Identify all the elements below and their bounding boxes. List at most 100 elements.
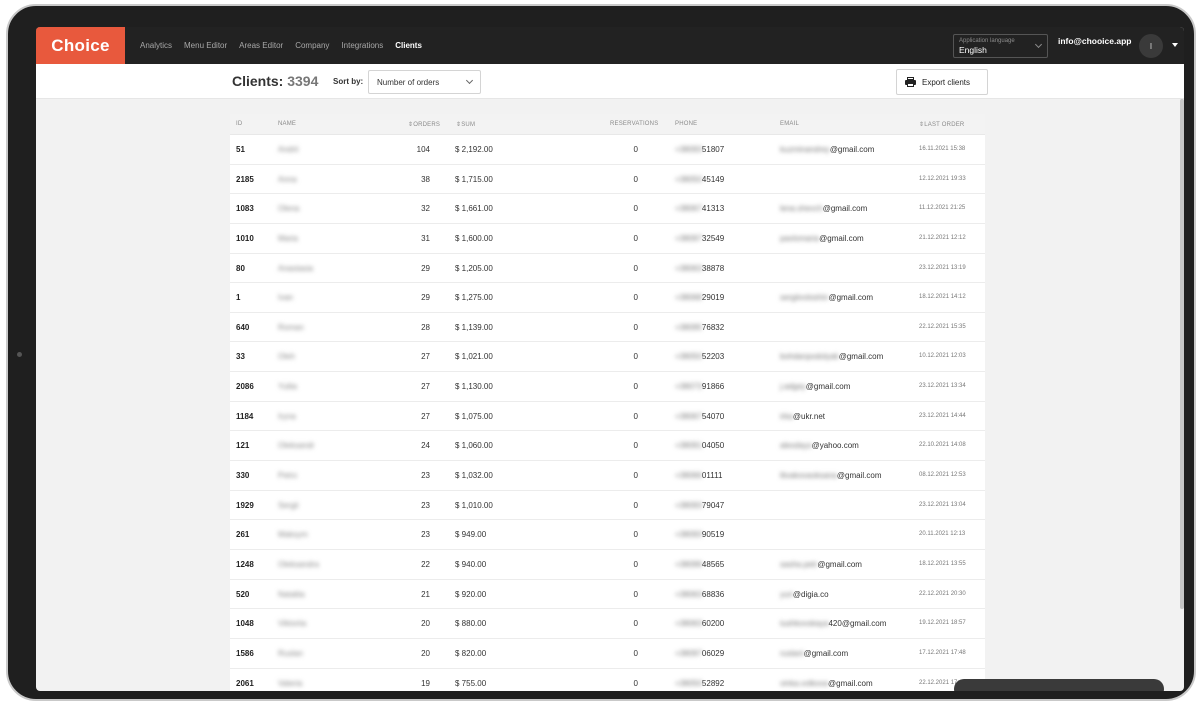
email-redacted: tushkovskaya [780,619,829,629]
cell-name: Sergii [278,500,299,510]
column-header-orders[interactable]: ⇕ORDERS [408,121,440,128]
table-row[interactable]: 33 Oleh 27 $ 1,021.00 0 +3805052203 bohdanpodo… [230,342,985,373]
cell-reservations: 0 [633,145,638,154]
table-header: ID NAME ⇕ORDERS ⇕SUM RESERVATIONS PHONE … [230,114,985,135]
cell-id: 261 [236,530,250,540]
cell-name: Oleksandr [278,441,315,451]
phone-visible: 68836 [701,589,725,599]
column-header-sum[interactable]: ⇕SUM [456,121,475,128]
table-row[interactable]: 1010 Maria 31 $ 1,600.00 0 +3809732549 pavloma… [230,224,985,254]
cell-phone: +3806741313 [675,204,724,213]
table-row[interactable]: 80 Anastasia 29 $ 1,205.00 0 +3806338878 23.12… [230,254,985,284]
phone-visible: 01111 [701,471,723,481]
column-header-reservations[interactable]: RESERVATIONS [610,121,658,127]
phone-visible: 06029 [701,648,725,658]
phone-visible: 51807 [701,145,725,154]
table-row[interactable]: 2086 Yuliia 27 $ 1,130.00 0 +3807391866 j.adge… [230,372,985,402]
cell-sum: $ 1,075.00 [455,411,493,421]
cell-phone: +3806754070 [675,412,724,421]
phone-redacted: +38093 [675,145,702,154]
cell-reservations: 0 [633,471,638,481]
table-row[interactable]: 261 Maksym 23 $ 949.00 0 +3809390519 20.11.202… [230,520,985,550]
table-row[interactable]: 2185 Anna 38 $ 1,715.00 0 +3805045149 12.12.20… [230,165,985,195]
table-row[interactable]: 640 Roman 28 $ 1,139.00 0 +3809576832 22.12.20… [230,313,985,343]
phone-redacted: +38093 [675,500,702,510]
cell-phone: +3809948565 [675,560,724,569]
cell-orders: 20 [421,619,430,629]
cell-name: Maksym [278,530,308,540]
email-visible: @gmail.com [828,293,874,303]
table-row[interactable]: 1083 Olena 32 $ 1,661.00 0 +3806741313 lena.sh… [230,194,985,224]
cell-reservations: 0 [633,352,638,362]
email-visible: 420@gmail.com [828,619,887,629]
sort-select-value: Number of orders [377,78,440,87]
cell-orders: 19 [421,678,430,688]
table-row[interactable]: 121 Oleksandr 24 $ 1,060.00 0 +3809104050 alex… [230,431,985,462]
cell-phone: +3809379047 [675,501,724,510]
cell-phone: +3806829019 [675,293,724,302]
cell-name: Valeria [278,678,303,688]
email-redacted: bohdanpodolyak [780,352,839,362]
table-row[interactable]: 1184 Iryna 27 $ 1,075.00 0 +3806754070 irka@uk… [230,402,985,432]
table-row[interactable]: 520 Nataliia 21 $ 920.00 0 +3806368836 yuri@di… [230,580,985,610]
cell-last-order: 12.12.2021 19:33 [919,175,966,182]
cell-email: kuzminandrey@gmail.com [780,145,874,154]
nav-item-areas-editor[interactable]: Areas Editor [239,41,283,50]
cell-last-order: 22.12.2021 20:30 [919,590,966,597]
cell-last-order: 18.12.2021 14:12 [919,294,966,301]
cell-id: 1010 [236,233,254,243]
brand-logo[interactable]: Choice [36,27,125,64]
phone-visible: 79047 [701,500,725,510]
table-row[interactable]: 1048 Viktoriia 20 $ 880.00 0 +3806360200 tushk… [230,609,985,639]
avatar[interactable]: I [1139,34,1163,58]
column-header-phone[interactable]: PHONE [675,121,697,127]
table-row[interactable]: 1 Ivan 29 $ 1,275.00 0 +3806829019 sergiivolos… [230,283,985,313]
page-scrollbar[interactable] [1180,99,1184,609]
phone-redacted: +38063 [675,263,702,273]
language-select[interactable]: Application language English [953,34,1048,58]
language-value: English [959,45,987,55]
phone-visible: 54070 [701,411,725,421]
caret-down-icon[interactable] [1172,43,1178,47]
phone-redacted: +38063 [675,589,702,599]
phone-visible: 90519 [701,530,725,540]
cell-id: 2061 [236,678,254,688]
table-row[interactable]: 2061 Valeria 19 $ 755.00 0 +3805052892 vinka.v… [230,669,985,691]
cell-sum: $ 949.00 [455,530,487,540]
page-title-label: Clients: [232,73,284,89]
cell-orders: 32 [421,204,430,214]
cell-id: 80 [236,263,245,273]
nav-item-analytics[interactable]: Analytics [140,41,172,50]
cell-reservations: 0 [633,411,638,421]
phone-redacted: +38097 [675,648,702,658]
nav-item-menu-editor[interactable]: Menu Editor [184,41,227,50]
cell-last-order: 18.12.2021 13:55 [919,560,966,567]
notification-toast[interactable] [954,679,1164,691]
table-row[interactable]: 1929 Sergii 23 $ 1,010.00 0 +3809379047 23.12.… [230,491,985,521]
table-row[interactable]: 330 Petro 23 $ 1,032.00 0 +3806601111 litvakov… [230,461,985,491]
cell-phone: +3806368836 [675,590,724,599]
nav-item-clients[interactable]: Clients [395,41,422,50]
column-header-name[interactable]: NAME [278,121,296,127]
column-header-id[interactable]: ID [236,121,242,127]
table-row[interactable]: 51 Andrii 104 $ 2,192.00 0 +3809351807 kuzmina… [230,135,985,165]
cell-last-order: 22.10.2021 14:08 [919,442,966,449]
column-header-last-order[interactable]: ⇕LAST ORDER [919,121,964,128]
cell-reservations: 0 [633,589,638,599]
phone-redacted: +38073 [675,382,702,392]
sort-select[interactable]: Number of orders [368,70,481,94]
table-row[interactable]: 1248 Oleksandra 22 $ 940.00 0 +3809948565 sash… [230,550,985,580]
cell-orders: 23 [421,500,430,510]
table-row[interactable]: 1586 Ruslan 20 $ 820.00 0 +3809706029 ruslani@… [230,639,985,669]
nav-item-integrations[interactable]: Integrations [341,41,383,50]
cell-id: 2086 [236,382,254,392]
export-clients-button[interactable]: Export clients [896,69,988,95]
cell-phone: +3806601111 [675,471,722,480]
user-email[interactable]: info@chooice.app [1058,36,1131,46]
cell-reservations: 0 [633,530,638,540]
column-header-email[interactable]: EMAIL [780,121,799,127]
email-redacted: kuzminandrey [780,145,830,154]
cell-phone: +3809104050 [675,441,724,450]
nav-item-company[interactable]: Company [295,41,329,50]
cell-id: 2185 [236,174,254,184]
